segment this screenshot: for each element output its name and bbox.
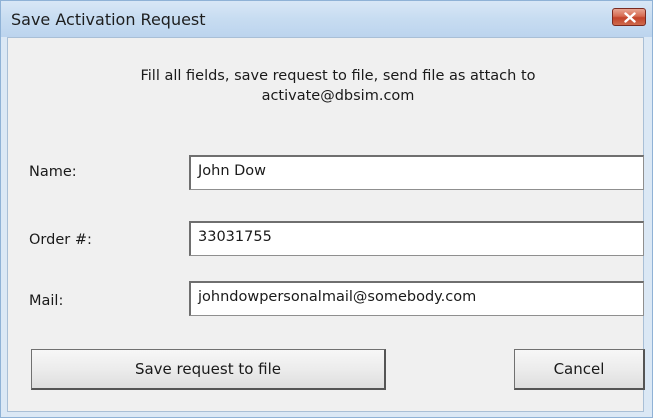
order-label: Order #: [29, 232, 92, 248]
save-activation-dialog: Save Activation Request Fill all fields,… [0, 0, 653, 418]
name-field[interactable]: John Dow [189, 155, 644, 190]
instructions-text: Fill all fields, save request to file, s… [140, 68, 536, 104]
cancel-button[interactable]: Cancel [514, 349, 645, 390]
save-request-button[interactable]: Save request to file [31, 349, 386, 390]
mail-label: Mail: [29, 293, 64, 309]
close-button[interactable] [612, 8, 646, 26]
name-label: Name: [29, 164, 77, 180]
order-number-field[interactable]: 33031755 [189, 221, 644, 256]
mail-field[interactable]: johndowpersonalmail@somebody.com [189, 281, 644, 316]
window-title: Save Activation Request [11, 10, 206, 29]
title-bar[interactable]: Save Activation Request [1, 1, 652, 37]
close-icon [624, 12, 636, 23]
dialog-body: Fill all fields, save request to file, s… [7, 37, 645, 412]
